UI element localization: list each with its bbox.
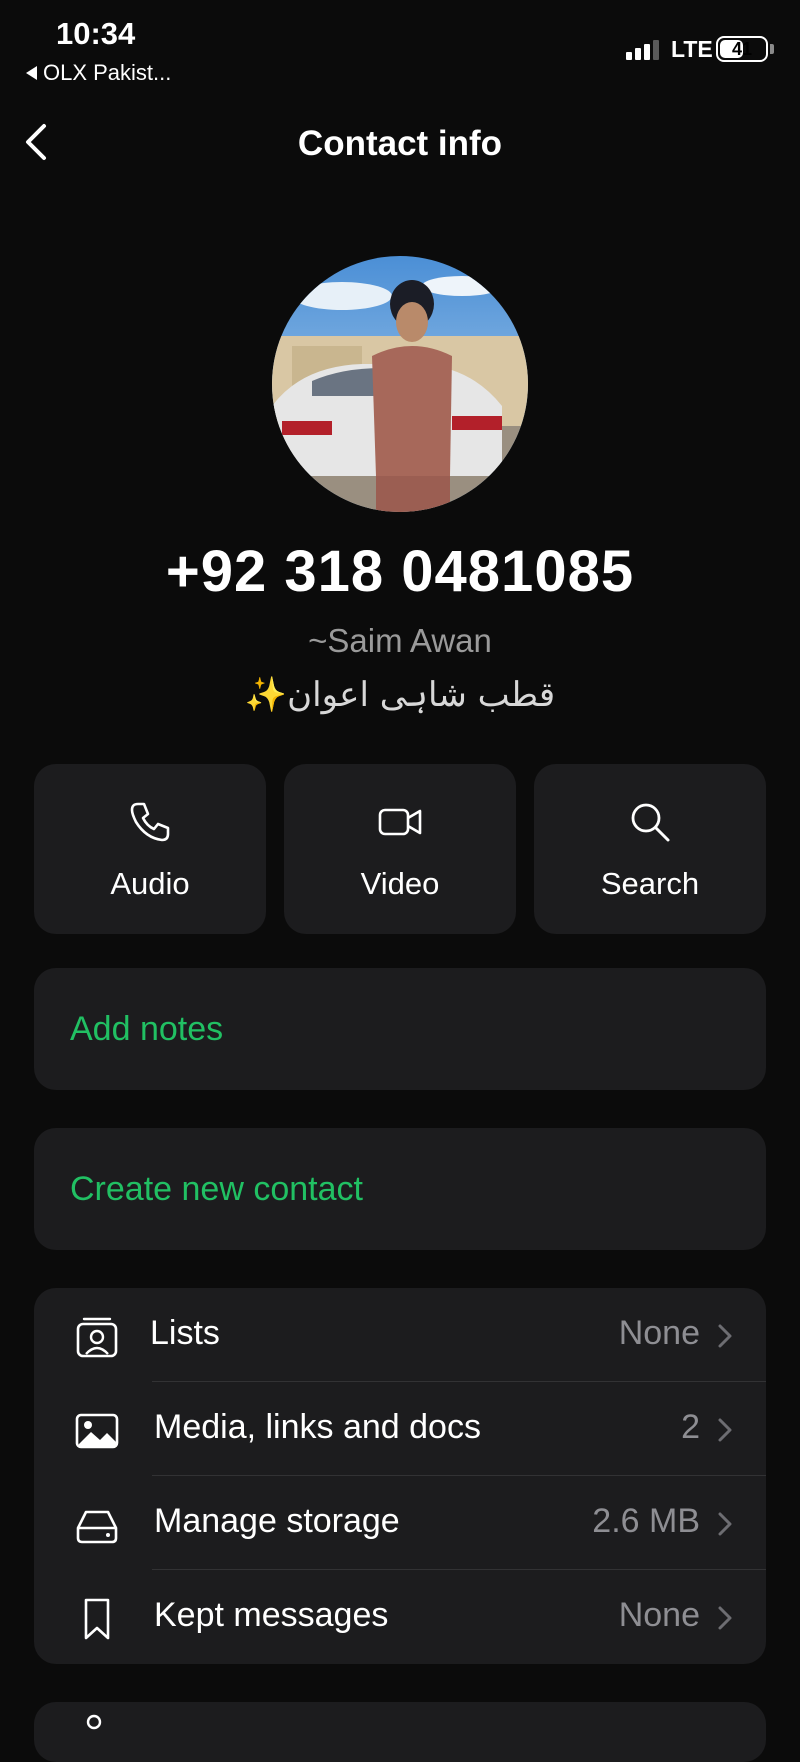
image-icon [75, 1413, 119, 1449]
audio-call-button[interactable]: Audio [34, 764, 266, 934]
avatar[interactable] [272, 256, 528, 512]
next-section-card [34, 1702, 766, 1762]
contact-push-name: ~Saim Awan [308, 622, 492, 659]
contact-phone-number: +92 318 0481085 [165, 539, 635, 604]
back-app-label: OLX Pakist... [43, 60, 172, 85]
video-icon [378, 808, 422, 836]
battery-level: 41 [731, 39, 753, 59]
battery-icon: 41 [716, 36, 768, 62]
contact-settings-list: Lists None Media, links and docs 2 Manag… [34, 1288, 766, 1664]
contact-about: قطب شاہی اعوان✨ [244, 675, 556, 715]
status-bar: 10:34 OLX Pakist... LTE 41 [0, 0, 800, 90]
list-item-lists[interactable]: Lists None [34, 1288, 766, 1382]
add-notes-label: Add notes [70, 1010, 224, 1048]
video-call-button[interactable]: Video [284, 764, 516, 934]
audio-label: Audio [110, 866, 190, 901]
list-item-storage[interactable]: Manage storage 2.6 MB [34, 1476, 766, 1570]
chevron-right-icon [718, 1512, 732, 1536]
lists-icon [76, 1317, 118, 1358]
chevron-right-icon [718, 1418, 732, 1442]
profile-photo [272, 256, 528, 512]
add-notes-button[interactable]: Add notes [34, 968, 766, 1090]
phone-icon [130, 802, 170, 842]
video-label: Video [360, 866, 440, 901]
search-icon [631, 803, 670, 842]
storage-value: 2.6 MB [592, 1502, 700, 1540]
list-item-kept-messages[interactable]: Kept messages None [34, 1570, 766, 1664]
back-to-app-link[interactable]: OLX Pakist... [26, 60, 171, 86]
storage-label: Manage storage [154, 1502, 400, 1540]
page-title: Contact info [297, 124, 503, 163]
network-type: LTE [671, 36, 713, 62]
partial-icon [86, 1714, 102, 1730]
back-triangle-icon [26, 66, 37, 80]
storage-icon [76, 1510, 118, 1544]
action-buttons: Audio Video Search [34, 764, 766, 934]
lists-label: Lists [150, 1314, 220, 1352]
signal-icon [626, 38, 659, 60]
chevron-right-icon [718, 1324, 732, 1348]
kept-messages-value: None [618, 1596, 700, 1634]
media-label: Media, links and docs [154, 1408, 481, 1446]
battery-tip [770, 44, 774, 54]
create-contact-label: Create new contact [70, 1170, 363, 1208]
status-time: 10:34 [56, 16, 136, 51]
list-item-media[interactable]: Media, links and docs 2 [34, 1382, 766, 1476]
lists-value: None [618, 1314, 700, 1352]
search-button[interactable]: Search [534, 764, 766, 934]
bookmark-icon [84, 1598, 110, 1640]
kept-messages-label: Kept messages [154, 1596, 389, 1634]
chevron-right-icon [718, 1606, 732, 1630]
media-value: 2 [681, 1408, 700, 1446]
create-new-contact-button[interactable]: Create new contact [34, 1128, 766, 1250]
search-label: Search [600, 866, 700, 901]
